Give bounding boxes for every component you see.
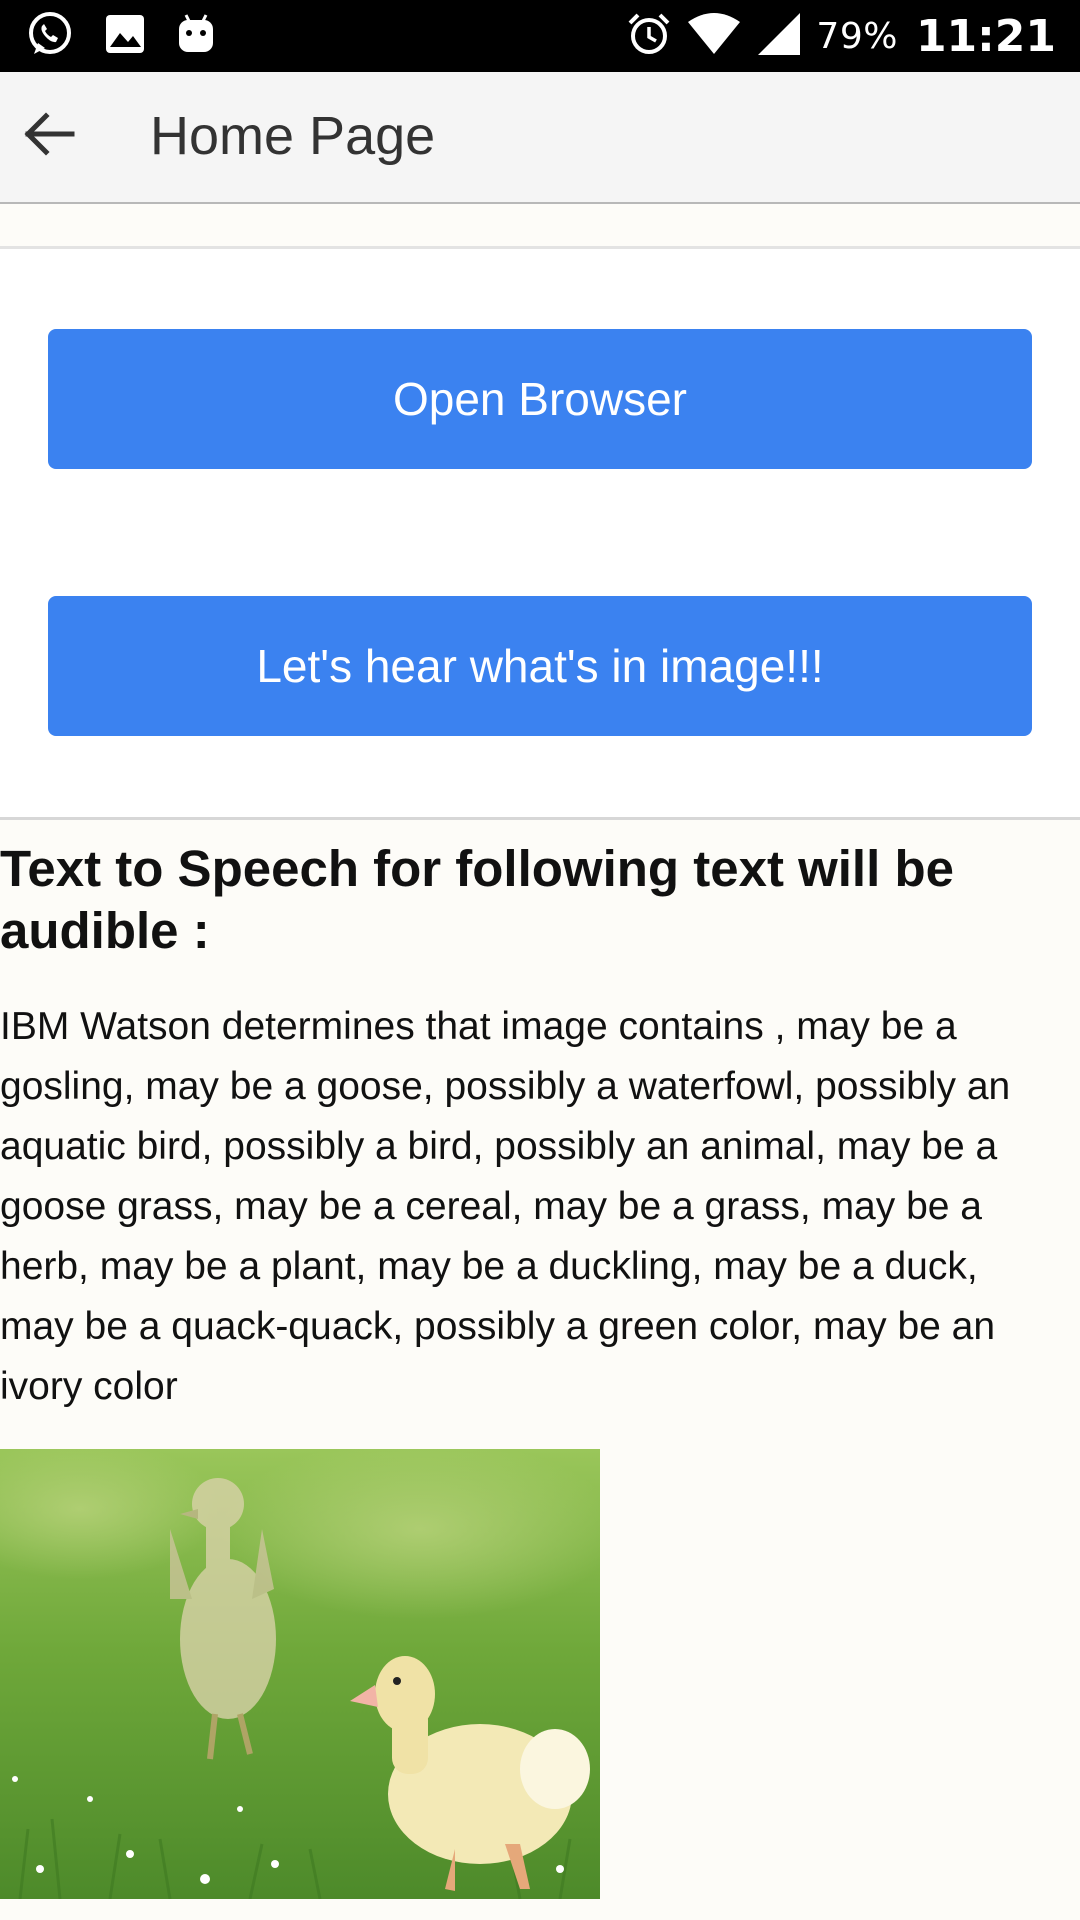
open-browser-button[interactable]: Open Browser <box>48 329 1032 469</box>
hear-image-button[interactable]: Let's hear what's in image!!! <box>48 596 1032 736</box>
page-title: Home Page <box>150 106 436 166</box>
wifi-icon <box>686 12 742 61</box>
alarm-icon <box>626 11 672 62</box>
status-left-icons <box>26 10 216 62</box>
arrow-left-icon <box>20 106 76 167</box>
clock: 11:21 <box>915 10 1056 62</box>
app-bar: Home Page <box>0 72 1080 204</box>
signal-icon <box>756 11 802 62</box>
whatsapp-icon <box>26 10 74 63</box>
gallery-icon <box>104 13 146 60</box>
actions-card: Open Browser Let's hear what's in image!… <box>0 246 1080 820</box>
tts-description: IBM Watson determines that image contain… <box>0 1005 1011 1408</box>
back-button[interactable] <box>12 100 84 172</box>
battery-percent: 79% <box>816 15 898 57</box>
android-icon <box>176 13 216 60</box>
status-right-area: 79% 11:21 <box>626 8 1056 64</box>
tts-heading: Text to Speech for following text will b… <box>0 840 954 959</box>
status-bar: 79% 11:21 <box>0 0 1080 72</box>
ducklings-image <box>0 1449 600 1899</box>
